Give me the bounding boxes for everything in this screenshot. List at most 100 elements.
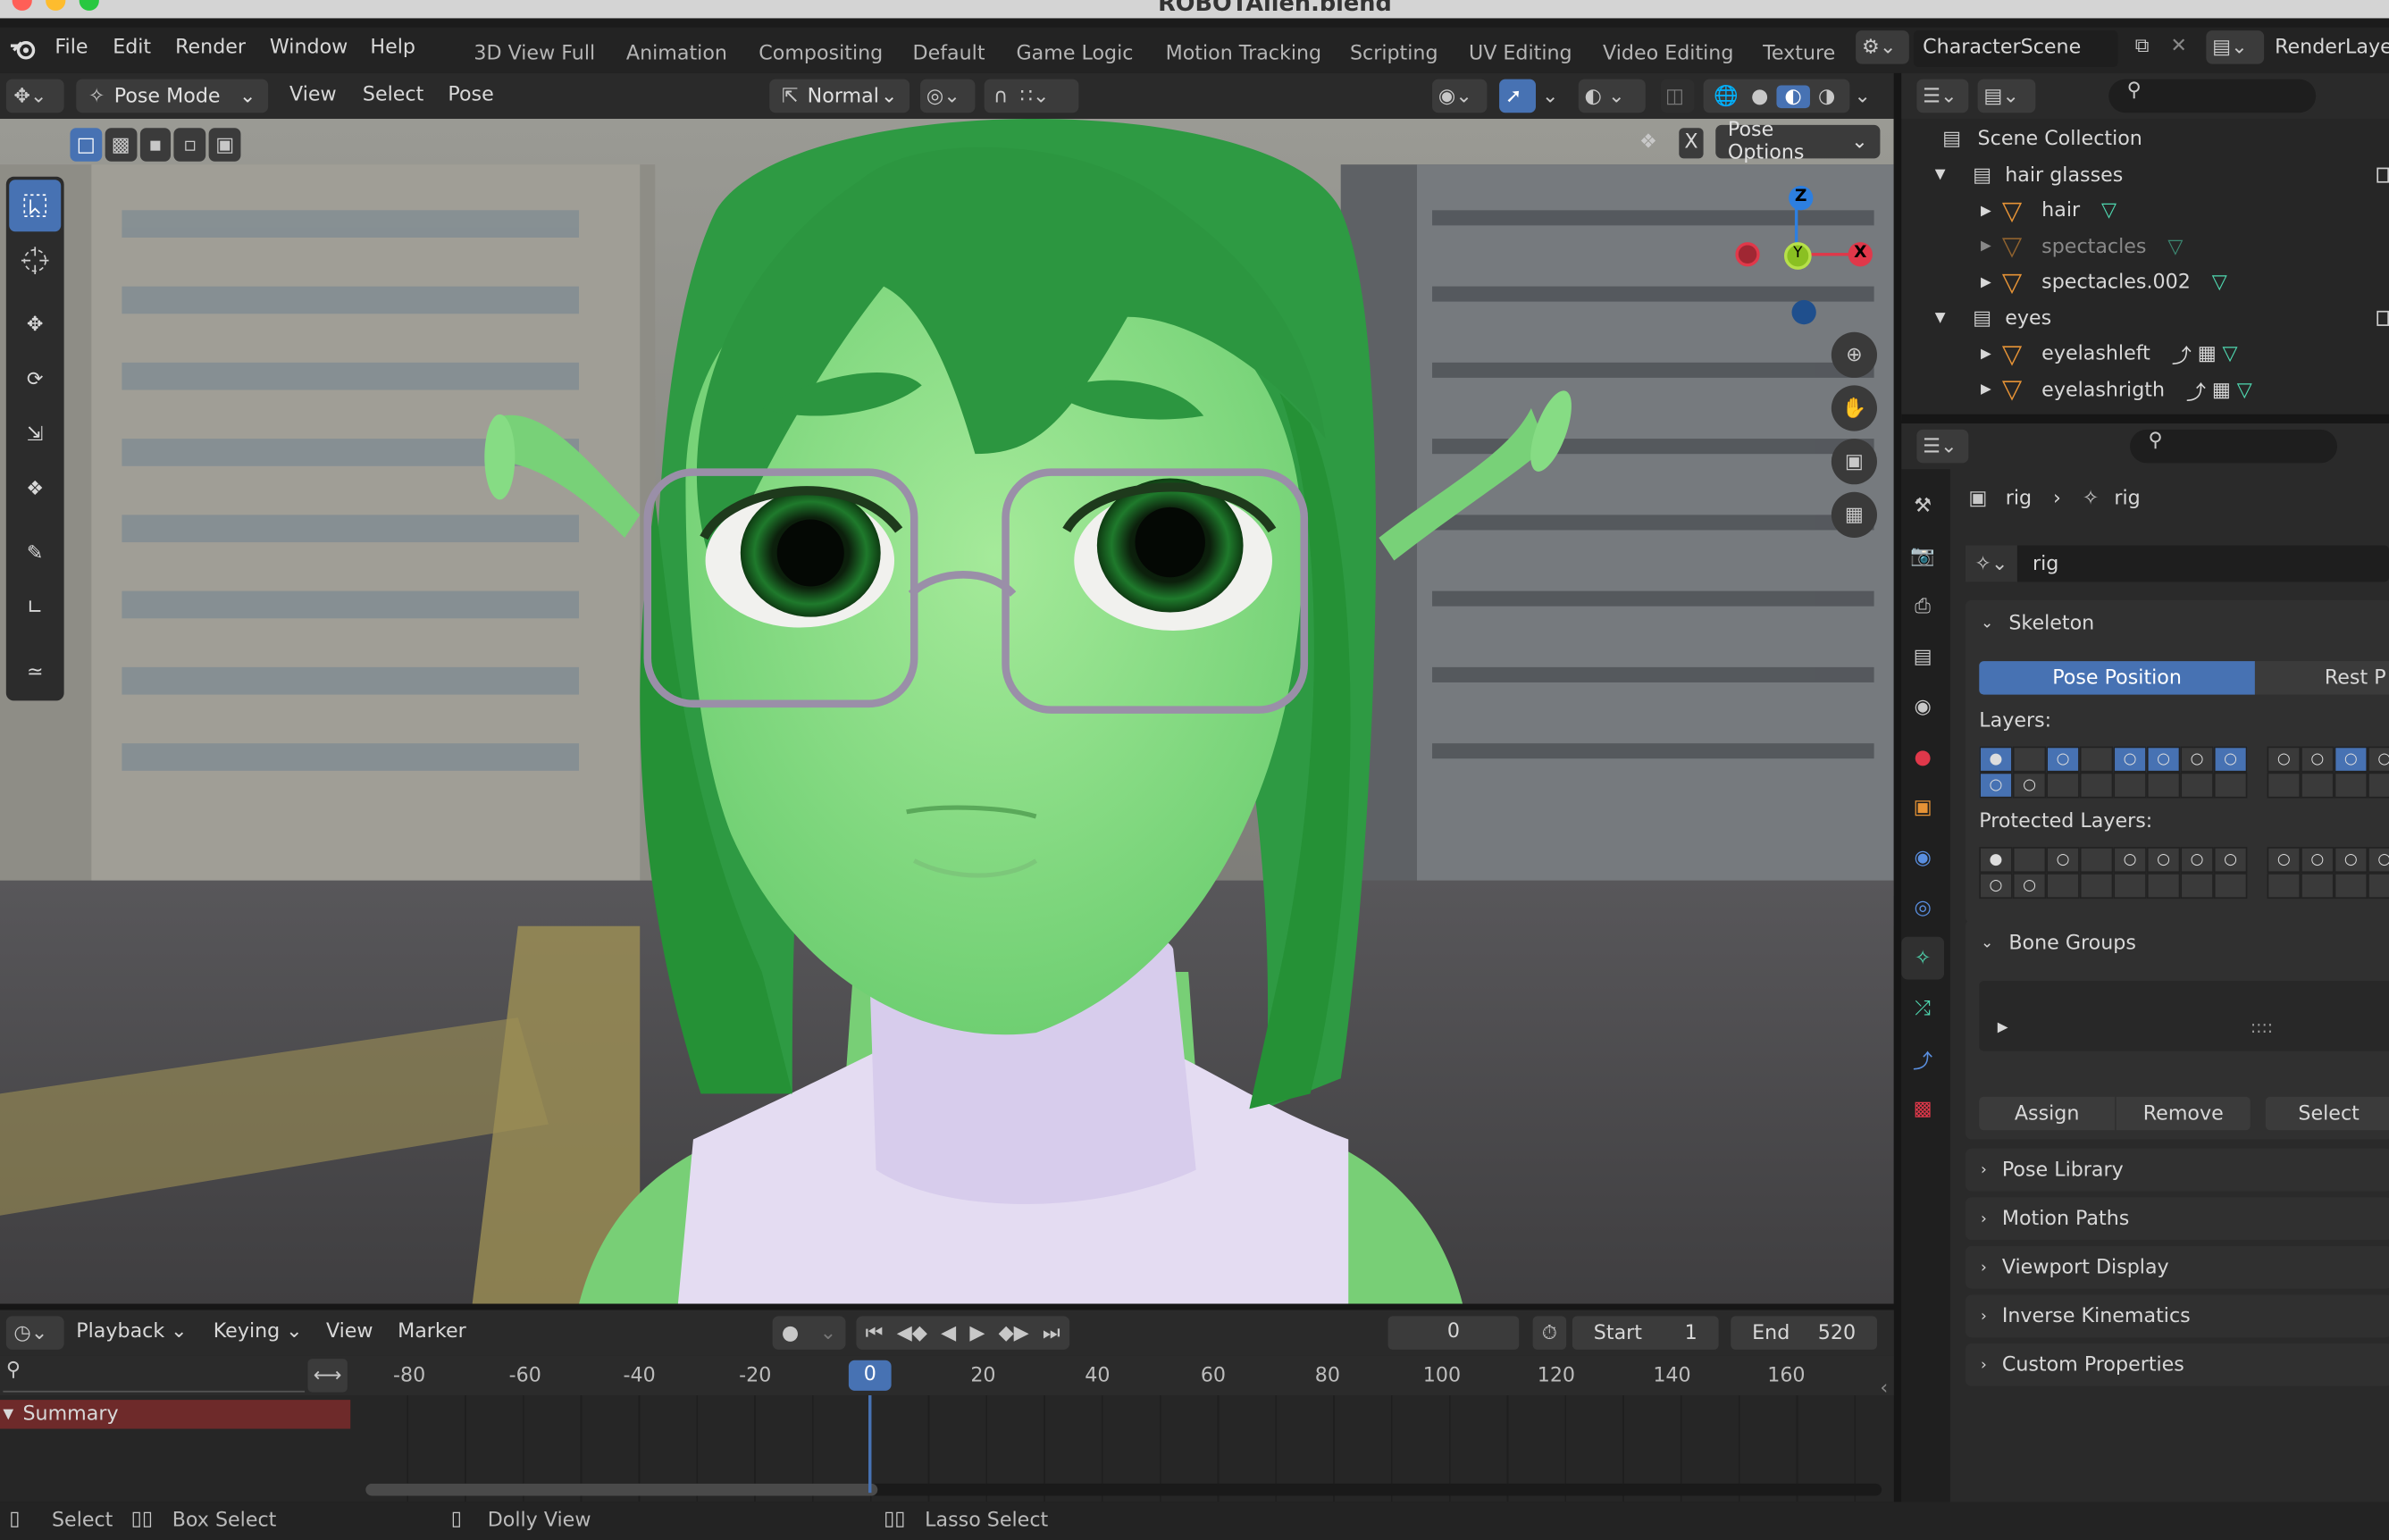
modifiers-tab-icon[interactable]: ◉ <box>1901 836 1944 879</box>
tab-animation[interactable]: Animation <box>626 43 727 66</box>
collection-checkbox[interactable] <box>2376 168 2389 184</box>
current-frame-field[interactable]: 0 <box>1387 1316 1520 1350</box>
inverse-kinematics-panel[interactable]: › Inverse Kinematics <box>1965 1294 2389 1338</box>
select-intersect-icon[interactable]: ▣ <box>208 128 241 162</box>
transform-tool-icon[interactable]: ❖ <box>9 463 61 515</box>
tab-3d-view-full[interactable]: 3D View Full <box>474 43 595 66</box>
expand-arrow-icon[interactable]: ▶ <box>1981 239 2002 255</box>
pose-position-button[interactable]: Pose Position <box>1979 661 2255 695</box>
layer-cell[interactable]: ○ <box>2146 847 2181 874</box>
xray-toggle[interactable]: ◫ <box>1660 79 1695 113</box>
protected-layers-grid-1[interactable]: ● ○ ○ ○ ○ ○ ○ ○ <box>1979 847 2248 900</box>
summary-channel[interactable]: ▼ Summary <box>0 1400 351 1429</box>
layer-cell[interactable] <box>2046 873 2080 900</box>
layer-cell[interactable]: ○ <box>2180 847 2214 874</box>
tab-game-logic[interactable]: Game Logic <box>1016 43 1133 66</box>
scene-browse-button[interactable]: ⚙⌄ <box>1856 30 1909 64</box>
wireframe-shading-icon[interactable]: 🌐 <box>1709 85 1743 108</box>
3d-viewport[interactable]: □ ▩ ▪ ▫ ▣ ❖ X Pose Options ⌄ Z X Y ⊕ ✋ ▣… <box>0 119 1894 1304</box>
layer-cell[interactable]: ○ <box>1979 873 2013 900</box>
select-extend-icon[interactable]: ▩ <box>105 128 137 162</box>
axis-z-label[interactable]: Z <box>1789 186 1814 211</box>
gizmo-dropdown-icon[interactable]: ⌄ <box>1542 85 1559 108</box>
menu-timeline-view[interactable]: View <box>326 1320 373 1343</box>
measure-tool-icon[interactable]: ∟ <box>9 582 61 633</box>
layer-cell[interactable]: ○ <box>2368 847 2389 874</box>
visibility-dropdown[interactable]: ◉⌄ <box>1432 79 1488 113</box>
layer-cell[interactable]: ○ <box>2213 746 2248 773</box>
layer-cell[interactable] <box>2113 772 2147 799</box>
layer-cell[interactable]: ○ <box>2180 746 2214 773</box>
layer-cell[interactable] <box>2012 847 2047 874</box>
layer-cell[interactable]: ○ <box>2301 847 2335 874</box>
layer-cell[interactable]: ○ <box>2012 772 2047 799</box>
render-tab-icon[interactable]: 📷 <box>1901 535 1944 578</box>
bone-groups-list[interactable]: ▶ :::: <box>1979 981 2389 1051</box>
custom-properties-panel[interactable]: › Custom Properties <box>1965 1343 2389 1386</box>
layer-cell[interactable]: ○ <box>2267 746 2301 773</box>
layer-cell[interactable] <box>2267 772 2301 799</box>
ortho-grid-icon[interactable]: ▦ <box>1831 491 1878 538</box>
layer-cell[interactable] <box>2079 873 2114 900</box>
close-window-button[interactable] <box>12 0 32 11</box>
collapse-arrow-icon[interactable]: ▼ <box>3 1407 13 1422</box>
sync-channels-icon[interactable]: ⟷ <box>307 1359 348 1393</box>
rendered-shading-icon[interactable]: ◑ <box>1810 85 1844 108</box>
overlays-dropdown[interactable]: ◐ ⌄ <box>1578 79 1646 113</box>
layer-cell[interactable]: ○ <box>2334 746 2368 773</box>
axis-x-label[interactable]: X <box>1848 242 1873 267</box>
remove-button[interactable]: Remove <box>2116 1096 2251 1131</box>
layer-cell[interactable]: ○ <box>2334 847 2368 874</box>
tool-tab-icon[interactable]: ⚒ <box>1901 484 1944 527</box>
scene-name-field[interactable]: CharacterScene <box>1913 30 2118 68</box>
menu-render[interactable]: Render <box>175 37 246 60</box>
menu-window[interactable]: Window <box>270 37 348 60</box>
object-tab-icon[interactable]: ▣ <box>1901 786 1944 829</box>
outliner-item-hair-glasses[interactable]: ▼ ▤ hair glasses <box>1935 157 2389 193</box>
layer-cell[interactable] <box>2334 873 2368 900</box>
start-frame-field[interactable]: Start 1 <box>1572 1316 1719 1350</box>
camera-view-icon[interactable]: ▣ <box>1831 439 1878 485</box>
preview-range-icon[interactable]: ⏱ <box>1532 1316 1567 1350</box>
layer-cell[interactable]: ○ <box>2146 746 2181 773</box>
expand-arrow-icon[interactable]: ▶ <box>1981 275 2002 290</box>
layer-cell[interactable]: ○ <box>2046 847 2080 874</box>
tab-texture[interactable]: Texture <box>1763 43 1835 66</box>
texture-tab-icon[interactable]: ▩ <box>1901 1088 1944 1131</box>
minimize-window-button[interactable] <box>46 0 66 11</box>
scale-tool-icon[interactable]: ⇲ <box>9 408 61 460</box>
layer-cell[interactable] <box>2079 847 2114 874</box>
rest-position-button[interactable]: Rest P <box>2254 661 2389 695</box>
outliner-item-hair[interactable]: ▶ ▽ hair ▽ <box>1935 194 2389 230</box>
end-frame-field[interactable]: End 520 <box>1731 1316 1878 1350</box>
skeleton-panel-header[interactable]: ⌄ Skeleton <box>1966 600 2389 646</box>
view-layer-tab-icon[interactable]: ▤ <box>1901 635 1944 678</box>
gizmo-toggle[interactable]: ➚ <box>1499 79 1537 113</box>
expand-arrow-icon[interactable]: ▶ <box>1981 382 2002 398</box>
armature-name-field[interactable]: rig <box>2033 552 2058 575</box>
layer-cell[interactable]: ○ <box>2267 847 2301 874</box>
menu-keying[interactable]: Keying ⌄ <box>214 1320 303 1343</box>
layer-cell[interactable]: ○ <box>2012 873 2047 900</box>
layer-cell[interactable]: ● <box>1979 847 2013 874</box>
display-mode-button[interactable]: ▤⌄ <box>1977 79 2036 113</box>
layer-cell[interactable] <box>2267 873 2301 900</box>
motion-paths-panel[interactable]: › Motion Paths <box>1965 1197 2389 1241</box>
layer-cell[interactable] <box>2079 772 2114 799</box>
assign-button[interactable]: Assign <box>1979 1096 2116 1131</box>
outliner-item-eyelashleft[interactable]: ▶ ▽ eyelashleft ⤴ ▦ ▽ <box>1935 337 2389 372</box>
layer-cell[interactable] <box>2301 873 2335 900</box>
tab-compositing[interactable]: Compositing <box>759 43 883 66</box>
pose-library-panel[interactable]: › Pose Library <box>1965 1148 2389 1192</box>
layer-cell[interactable] <box>2368 772 2389 799</box>
timeline-editor-type-button[interactable]: ◷⌄ <box>5 1316 64 1350</box>
list-resize-grip[interactable]: :::: <box>2251 1017 2273 1037</box>
play-icon[interactable]: ▶ <box>969 1321 985 1344</box>
rotate-tool-icon[interactable]: ⟳ <box>9 354 61 406</box>
shading-modes[interactable]: 🌐 ● ◐ ◑ <box>1703 79 1850 113</box>
armature-browse-icon[interactable]: ✧⌄ <box>1965 545 2017 582</box>
shading-dropdown-icon[interactable]: ⌄ <box>1854 85 1871 108</box>
tab-motion-tracking[interactable]: Motion Tracking <box>1166 43 1322 66</box>
blender-logo-icon[interactable] <box>8 37 38 61</box>
annotate-tool-icon[interactable]: ✎ <box>9 527 61 579</box>
